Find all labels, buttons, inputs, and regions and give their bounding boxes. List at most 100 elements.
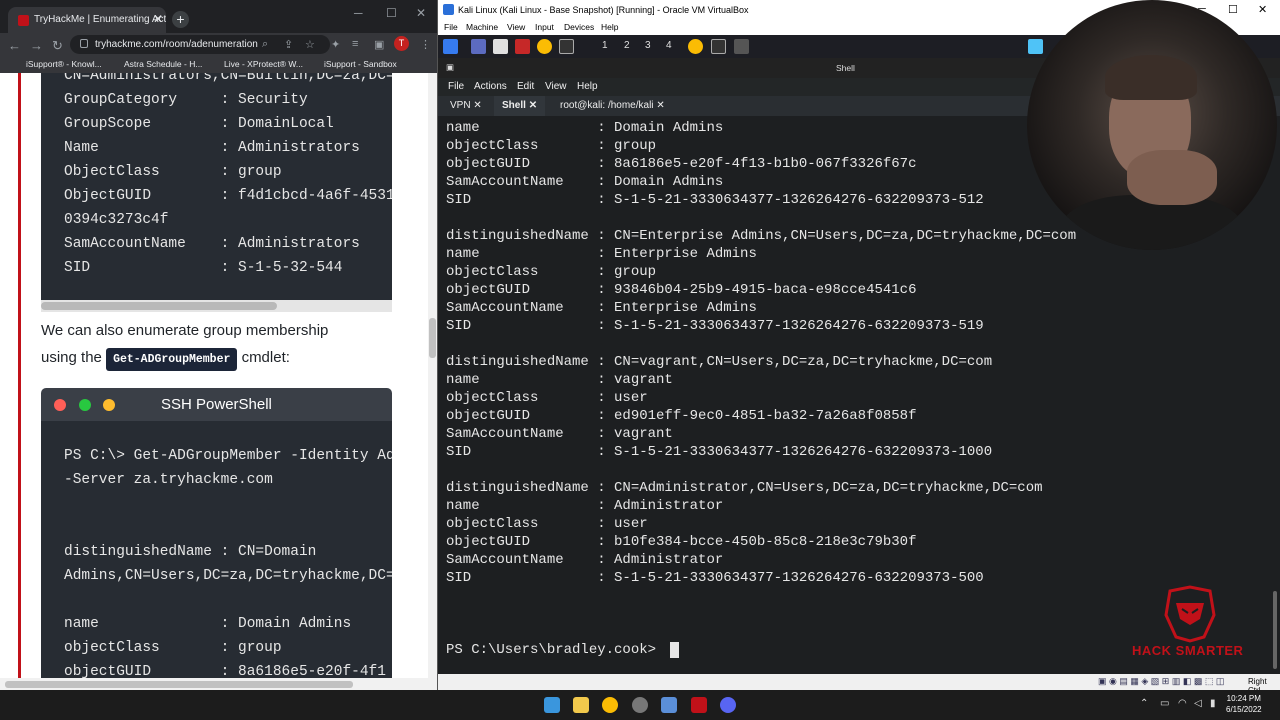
code-line: objectClass : group [64, 640, 282, 656]
bookmarks-bar: iSupport® - Knowl... Astra Schedule - H.… [0, 56, 437, 73]
back-arrow-icon[interactable]: ← [8, 38, 21, 53]
workspace-1[interactable]: 1 [602, 40, 608, 51]
text-editor-icon[interactable] [515, 39, 530, 54]
code-line: 0394c3273c4f [64, 212, 169, 228]
code-line: Name : Administrators [64, 140, 360, 156]
terminal-line: SID : S-1-5-21-3330634377-1326264276-632… [446, 192, 984, 208]
terminal-title: SSH PowerShell [161, 396, 272, 413]
url-text: tryhackme.com/room/adenumeration [95, 39, 258, 50]
system-clock[interactable]: 10:24 PM 6/15/2022 [1226, 693, 1262, 715]
code-line: -Server za.tryhackme.com [64, 472, 273, 488]
bookmark-item[interactable]: Live - XProtect® W... [224, 59, 303, 69]
code-line: SamAccountName : Administrators [64, 236, 360, 252]
file-manager-icon[interactable] [493, 39, 508, 54]
presenter-hair [1105, 55, 1197, 100]
terminal-line: objectClass : group [446, 138, 657, 154]
sidepanel-icon[interactable]: ▣ [374, 38, 384, 51]
chrome-icon[interactable] [537, 39, 552, 54]
scrollbar-thumb[interactable] [429, 318, 436, 358]
file-explorer-icon[interactable] [573, 697, 589, 713]
menu-help[interactable]: Help [601, 22, 618, 32]
menu-view[interactable]: View [507, 22, 525, 32]
tab-root-kali[interactable]: root@kali: /home/kali ✕ [552, 96, 673, 116]
kali-menu-icon[interactable] [443, 39, 458, 54]
terminal-window-icon[interactable] [711, 39, 726, 54]
code-block-scrollbar[interactable] [41, 300, 392, 312]
shell-menu-edit[interactable]: Edit [517, 81, 534, 92]
close-window-button[interactable]: ✕ [416, 6, 426, 20]
tray-app-icon[interactable] [1028, 39, 1043, 54]
scrollbar-thumb[interactable] [1273, 591, 1277, 669]
page-scrollbar[interactable] [428, 73, 437, 690]
paragraph-text: cmdlet: [241, 349, 290, 366]
bookmark-item[interactable]: iSupport® - Knowl... [26, 59, 102, 69]
chrome-taskbar-icon[interactable] [602, 697, 618, 713]
bookmark-item[interactable]: iSupport - Sandbox [324, 59, 397, 69]
scrollbar-thumb[interactable] [5, 681, 353, 688]
window-menu-icon[interactable]: ▣ [446, 62, 454, 73]
network-icon[interactable]: ▭ [1160, 698, 1169, 709]
shell-menu-help[interactable]: Help [577, 81, 598, 92]
menu-file[interactable]: File [444, 22, 458, 32]
discord-window-icon[interactable] [734, 39, 749, 54]
share-icon[interactable]: ⇪ [284, 38, 293, 51]
tab-label: VPN [450, 100, 471, 111]
zoom-icon[interactable]: ⌕ [262, 38, 268, 51]
paragraph-text: using the [41, 349, 102, 366]
shell-menu-actions[interactable]: Actions [474, 81, 507, 92]
tab-close-icon[interactable]: ✕ [656, 100, 664, 111]
minimize-button[interactable]: ─ [354, 6, 363, 20]
paragraph-text-line: using the Get-ADGroupMember cmdlet: [41, 348, 290, 371]
scrollbar-thumb[interactable] [41, 302, 277, 310]
virtualbox-taskbar-icon[interactable] [661, 697, 677, 713]
tryhackme-favicon-icon [18, 15, 29, 26]
profile-avatar[interactable]: T [394, 36, 409, 51]
page-horizontal-scrollbar[interactable] [0, 678, 428, 690]
discord-taskbar-icon[interactable] [720, 697, 736, 713]
tab-shell[interactable]: Shell ✕ [494, 96, 546, 116]
shell-menu-file[interactable]: File [448, 81, 464, 92]
device-status-icons[interactable]: ▣ ◉ ▤ ▦ ◈ ▧ ⊞ ▥ ◧ ▩ ⬚ ◫ [1098, 676, 1224, 687]
tab-close-icon[interactable]: ✕ [529, 100, 537, 111]
code-line: SID : S-1-5-32-544 [64, 260, 343, 276]
tab-close-icon[interactable]: ✕ [473, 100, 481, 111]
close-window-button[interactable]: ✕ [1258, 3, 1267, 16]
recorder-taskbar-icon[interactable] [691, 697, 707, 713]
menu-machine[interactable]: Machine [466, 22, 498, 32]
wifi-icon[interactable]: ◠ [1178, 698, 1187, 709]
workspace-3[interactable]: 3 [645, 40, 651, 51]
volume-icon[interactable]: ◁ [1194, 698, 1202, 709]
terminal-icon[interactable] [559, 39, 574, 54]
maximize-button[interactable]: ☐ [386, 6, 397, 20]
bookmark-item[interactable]: Astra Schedule - H... [124, 59, 202, 69]
close-dot-icon [54, 399, 66, 411]
shell-menu-view[interactable]: View [545, 81, 567, 92]
terminal-prompt: PS C:\Users\bradley.cook> [446, 642, 665, 658]
workspace-2[interactable]: 2 [624, 40, 630, 51]
battery-icon[interactable]: ▮ [1210, 698, 1216, 709]
tab-vpn[interactable]: VPN ✕ [442, 96, 490, 116]
menu-devices[interactable]: Devices [564, 22, 594, 32]
terminal-line: SamAccountName : Administrator [446, 552, 724, 568]
new-tab-button[interactable]: + [172, 11, 189, 28]
tab-close-icon[interactable]: ✕ [153, 12, 163, 26]
tray-chevron-icon[interactable]: ⌃ [1140, 698, 1148, 709]
browser-tab[interactable]: TryHackMe | Enumerating Active ✕ [8, 7, 166, 33]
terminal-scrollbar[interactable] [1270, 116, 1280, 674]
forward-arrow-icon[interactable]: → [30, 38, 43, 53]
extensions-icon[interactable]: ✦ [331, 38, 340, 51]
start-icon[interactable] [544, 697, 560, 713]
menu-kebab-icon[interactable]: ⋮ [420, 38, 431, 51]
maximize-button[interactable]: ☐ [1228, 3, 1238, 16]
chrome-window-icon[interactable] [688, 39, 703, 54]
tab-label: root@kali: /home/kali [560, 100, 654, 111]
clock-time: 10:24 PM [1226, 694, 1261, 703]
show-desktop-icon[interactable] [471, 39, 486, 54]
reading-list-icon[interactable]: ≡ [352, 38, 358, 50]
reload-icon[interactable]: ↻ [52, 38, 63, 54]
app-taskbar-icon[interactable] [632, 697, 648, 713]
menu-input[interactable]: Input [535, 22, 554, 32]
terminal-line: distinguishedName : CN=Enterprise Admins… [446, 228, 1077, 244]
bookmark-star-icon[interactable]: ☆ [305, 38, 315, 51]
workspace-4[interactable]: 4 [666, 40, 672, 51]
